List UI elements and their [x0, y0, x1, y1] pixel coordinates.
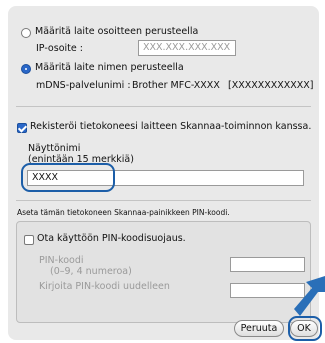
pin-enable-label: Ota käyttöön PIN-koodisuojaus.: [37, 233, 186, 244]
display-name-highlight: [21, 163, 115, 192]
pin-repeat-label: Kirjoita PIN-koodi uudelleen: [39, 281, 170, 292]
pin-section-title: Aseta tämän tietokoneen Skannaa-painikke…: [17, 208, 230, 217]
pointer-arrow-icon: [294, 276, 325, 316]
ip-address-label: IP-osoite :: [36, 43, 83, 54]
separator: [16, 106, 311, 107]
radio-by-name[interactable]: [21, 64, 31, 74]
pin-code-input[interactable]: [230, 257, 305, 272]
separator: [16, 200, 311, 201]
radio-by-address-label: Määritä laite osoitteen perusteella: [35, 26, 199, 37]
mdns-service-name-value: Brother MFC-XXXX: [132, 80, 220, 91]
register-label: Rekisteröi tietokoneesi laitteen Skannaa…: [30, 121, 312, 132]
mdns-service-id: [XXXXXXXXXXXX]: [228, 80, 314, 91]
cancel-button[interactable]: Peruuta: [234, 320, 284, 337]
register-checkbox[interactable]: [17, 123, 27, 133]
ip-address-input[interactable]: XXX.XXX.XXX.XXX: [138, 40, 236, 56]
radio-by-name-label: Määritä laite nimen perusteella: [35, 62, 184, 73]
ok-button-highlight: [288, 316, 322, 341]
mdns-service-name-label: mDNS-palvelunimi :: [36, 80, 131, 91]
pin-code-hint: (0–9, 4 numeroa): [50, 266, 132, 277]
pin-enable-checkbox[interactable]: [24, 235, 34, 245]
pin-code-label: PIN-koodi: [39, 255, 84, 266]
display-name-label: Näyttönimi: [28, 143, 81, 154]
radio-by-address[interactable]: [21, 28, 31, 38]
